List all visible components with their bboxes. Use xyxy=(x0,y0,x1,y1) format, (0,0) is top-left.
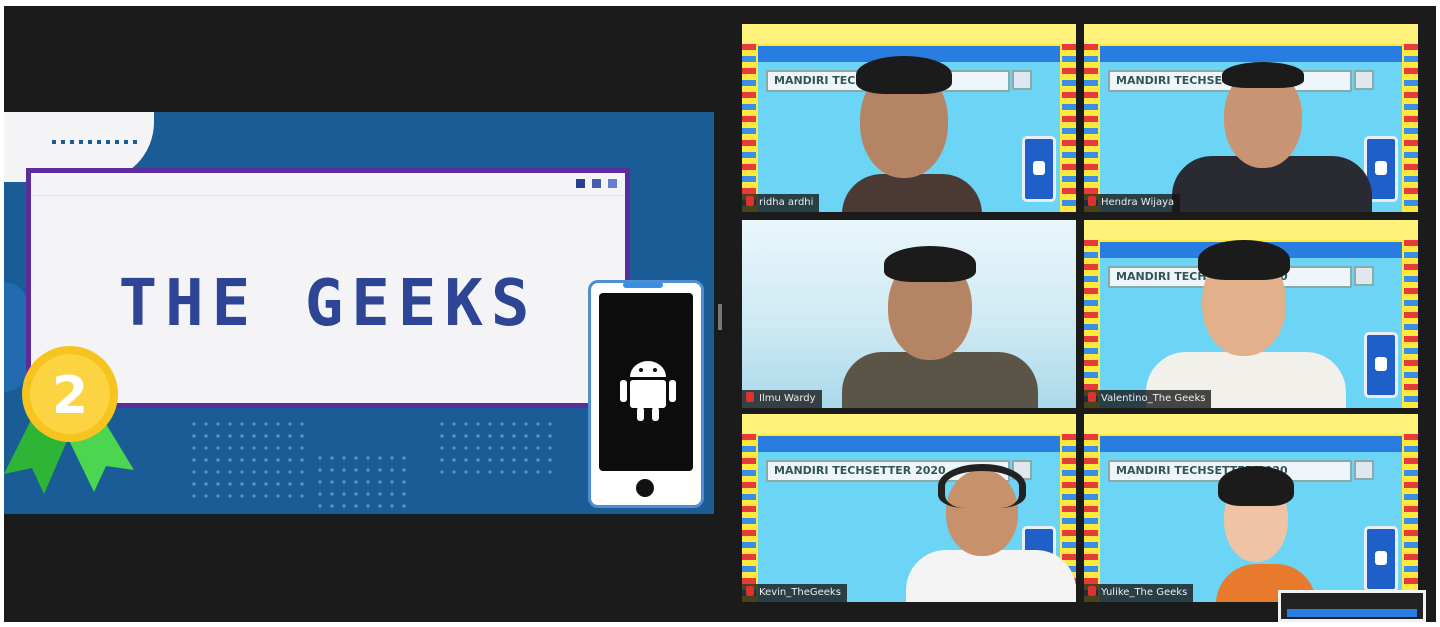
background-toolbar xyxy=(1100,46,1402,62)
window-minimize-icon xyxy=(576,179,585,188)
background-toolbar xyxy=(1100,436,1402,452)
phone-icon xyxy=(1364,526,1398,592)
mic-muted-icon xyxy=(1088,586,1096,596)
headset-icon xyxy=(938,464,1026,508)
participant-hair xyxy=(1198,240,1290,280)
phone-icon xyxy=(1022,136,1056,202)
decor-dot-grid xyxy=(188,418,308,504)
banner-strip xyxy=(1084,24,1418,44)
decor-border xyxy=(1084,240,1098,408)
participant-hair xyxy=(884,246,976,282)
participant-name-tag: Hendra Wijaya xyxy=(1084,194,1181,212)
participant-body xyxy=(842,174,982,212)
participant-name-tag: ridha ardhi xyxy=(742,194,820,212)
participant-tile[interactable]: MANDIRI TECHSETTER 2020 Kevin_TheGeeks xyxy=(742,414,1076,602)
decor-border xyxy=(1084,44,1098,212)
window-close-icon xyxy=(608,179,617,188)
search-icon xyxy=(1354,70,1374,90)
participant-tile[interactable]: MANDIRI TECHSETTER 2020 Valentino_The Ge… xyxy=(1084,220,1418,408)
search-icon xyxy=(1354,460,1374,480)
participant-hair xyxy=(1222,62,1304,88)
decor-dots xyxy=(52,140,142,144)
participant-body xyxy=(906,550,1076,602)
participant-tile[interactable]: MANDIRI TECHSETTER 2020 Yulike_The Geeks xyxy=(1084,414,1418,602)
background-toolbar xyxy=(758,436,1060,452)
mic-muted-icon xyxy=(746,196,754,206)
participant-name: Kevin_TheGeeks xyxy=(759,587,841,598)
decor-dot-grid xyxy=(436,418,556,478)
search-icon xyxy=(1354,266,1374,286)
search-icon xyxy=(1012,70,1032,90)
split-view-handle[interactable] xyxy=(718,304,722,330)
participant-name: Yulike_The Geeks xyxy=(1101,587,1188,598)
decor-border xyxy=(1404,434,1418,602)
phone-notch xyxy=(623,282,663,288)
banner-strip xyxy=(742,414,1076,434)
self-view-thumbnail[interactable] xyxy=(1278,590,1426,622)
slide-title: THE GEEKS xyxy=(118,267,538,341)
phone-icon xyxy=(1364,332,1398,398)
meeting-stage: THE GEEKS 2 MANDIRI ridha ardhi MANDIRI … xyxy=(4,6,1436,622)
participant-body xyxy=(842,352,1038,408)
participant-name-tag: Ilmu Wardy xyxy=(742,390,822,408)
mic-muted-icon xyxy=(746,392,754,402)
participant-name: Ilmu Wardy xyxy=(759,393,816,404)
window-maximize-icon xyxy=(592,179,601,188)
video-call-screen: THE GEEKS 2 MANDIRI ridha ardhi MANDIRI … xyxy=(0,0,1440,627)
decor-border xyxy=(742,434,756,602)
slide-window-titlebar xyxy=(31,173,625,196)
phone-illustration xyxy=(588,280,704,508)
banner-strip xyxy=(1084,414,1418,434)
participant-name: Valentino_The Geeks xyxy=(1101,393,1206,404)
decor-border xyxy=(1084,434,1098,602)
decor-dot-grid xyxy=(314,452,414,512)
participant-name-tag: Yulike_The Geeks xyxy=(1084,584,1194,602)
participant-name-tag: Kevin_TheGeeks xyxy=(742,584,847,602)
participant-name: Hendra Wijaya xyxy=(1101,197,1175,208)
banner-strip xyxy=(742,24,1076,44)
phone-home-button xyxy=(636,479,654,497)
participant-tile[interactable]: MANDIRI TECHSETTER 2020 Hendra Wijaya xyxy=(1084,24,1418,212)
participant-hair xyxy=(1218,466,1294,506)
participant-tile[interactable]: MANDIRI TECHSETTER 2020 ridha ardhi xyxy=(742,24,1076,212)
participant-name-tag: Valentino_The Geeks xyxy=(1084,390,1212,408)
phone-screen xyxy=(599,293,693,471)
participant-name: ridha ardhi xyxy=(759,197,814,208)
participant-tile[interactable]: Ilmu Wardy xyxy=(742,220,1076,408)
mic-muted-icon xyxy=(1088,392,1096,402)
decor-border xyxy=(1404,240,1418,408)
decor-border xyxy=(1062,44,1076,212)
mic-muted-icon xyxy=(746,586,754,596)
participant-hair xyxy=(856,56,952,94)
mic-muted-icon xyxy=(1088,196,1096,206)
decor-border xyxy=(742,44,756,212)
rank-number: 2 xyxy=(51,366,89,426)
decor-border xyxy=(1404,44,1418,212)
shared-screen[interactable]: THE GEEKS 2 xyxy=(4,112,714,514)
android-icon xyxy=(620,361,676,421)
banner-strip xyxy=(1084,220,1418,240)
